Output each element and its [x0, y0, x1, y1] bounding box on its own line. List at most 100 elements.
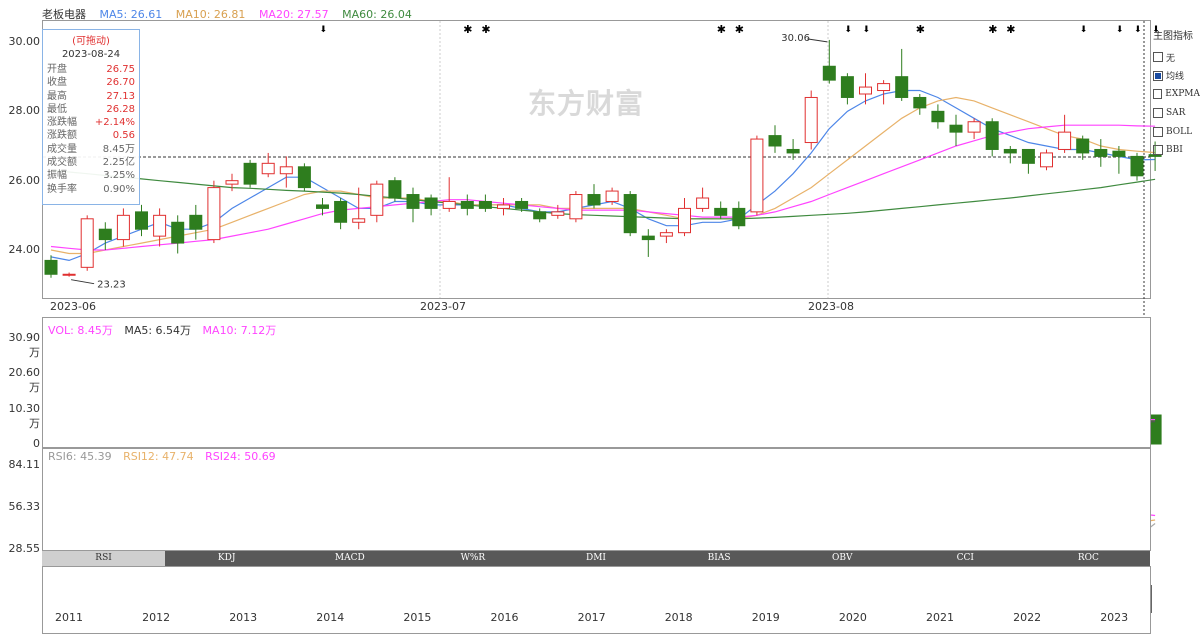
candle-body [316, 204, 329, 209]
candle-body [406, 194, 420, 209]
candle-body [1003, 148, 1017, 154]
candle-body [44, 259, 58, 275]
event-marker: ⬇ [1116, 25, 1124, 35]
overview-year-label: 2017 [577, 611, 606, 624]
event-star: ✱ [463, 23, 472, 36]
candle-body [985, 121, 999, 150]
candle-body [533, 211, 547, 220]
candle-body [641, 235, 655, 241]
rsi-legend-rsi24: RSI24: 50.69 [205, 450, 276, 463]
infobox-value: 26.28 [106, 103, 135, 115]
overview-year-label: 2021 [926, 611, 954, 624]
candle-body [388, 180, 402, 199]
candle-body [1112, 150, 1126, 157]
price-axis-tick: 24.00 [8, 243, 41, 256]
candle-body [135, 211, 148, 230]
event-marker: ⬇ [863, 25, 871, 35]
candle-body [768, 135, 782, 147]
indicator-option-label: EXPMA [1165, 89, 1200, 100]
indicator-option[interactable]: BOLL [1153, 122, 1200, 141]
indicator-option-label: 无 [1166, 53, 1176, 64]
rsi-axis-tick: 56.33 [8, 500, 41, 513]
rsi-axis-tick: 84.11 [8, 458, 41, 471]
candle-body [967, 121, 981, 133]
price-axis-tick: 26.00 [8, 173, 41, 187]
candle-body [370, 183, 384, 216]
tab-macd[interactable]: MACD [288, 551, 412, 566]
tab-roc[interactable]: ROC [1026, 551, 1150, 566]
tab-cci[interactable]: CCI [903, 551, 1027, 566]
candle-body [62, 273, 76, 276]
tab-bias[interactable]: BIAS [657, 551, 781, 566]
tab-dmi[interactable]: DMI [534, 551, 658, 566]
checkbox-icon[interactable] [1153, 145, 1163, 156]
rsi-axis-tick: 28.55 [8, 542, 41, 555]
date-axis-tick: 2023-07 [420, 300, 466, 313]
candle-body [569, 194, 583, 220]
indicator-tabs: RSI KDJ MACD W%R DMI BIAS OBV CCI ROC [42, 551, 1150, 566]
checkbox-icon[interactable] [1153, 70, 1163, 81]
indicator-option-label: BBI [1166, 145, 1183, 156]
infobox-row: 成交量 8.45万 [43, 143, 139, 156]
indicator-option[interactable]: EXPMA [1153, 85, 1200, 104]
event-star: ✱ [481, 23, 490, 36]
rsi-legend: RSI6: 45.39 RSI12: 47.74 RSI24: 50.69 [48, 450, 276, 463]
candle-body [98, 228, 112, 241]
event-marker: ⬇ [320, 25, 328, 35]
candle-body [442, 200, 456, 209]
infobox-key: 换手率 [47, 183, 77, 195]
indicator-option[interactable]: SAR [1153, 104, 1200, 123]
candle-body [859, 86, 872, 95]
infobox-key: 最低 [47, 103, 67, 115]
candle-body [949, 124, 963, 133]
tab-kdj[interactable]: KDJ [165, 551, 289, 566]
event-star: ✱ [735, 23, 744, 36]
candle-body [334, 200, 348, 223]
candle-body [750, 138, 764, 213]
indicator-option[interactable]: 均线 [1153, 67, 1200, 86]
infobox-value: 8.45万 [102, 143, 135, 155]
candle-body [732, 207, 746, 227]
infobox-key: 开盘 [47, 64, 67, 75]
overview-year-label: 2013 [229, 611, 258, 624]
rsi-panel[interactable] [42, 448, 1151, 551]
candle-body [225, 180, 239, 185]
date-axis-tick: 2023-06 [50, 300, 96, 313]
event-star: ✱ [988, 23, 997, 36]
candle-body [623, 194, 637, 234]
tab-obv[interactable]: OBV [780, 551, 904, 566]
infobox-value: +2.14% [94, 117, 135, 129]
checkbox-icon[interactable] [1153, 108, 1163, 119]
tab-rsi[interactable]: RSI [42, 551, 166, 566]
indicator-option[interactable]: 无 [1153, 48, 1200, 67]
overview-year-label: 2019 [751, 611, 780, 624]
ohlc-info-box[interactable]: (可拖动) 2023-08-24 开盘 26.75 收盘 26.70 最高 27.13 最低… [42, 29, 140, 205]
indicator-option[interactable]: BBI [1153, 141, 1200, 160]
infobox-row: 换手率 0.90% [43, 183, 139, 196]
candle-body [804, 96, 818, 144]
checkbox-icon[interactable] [1153, 126, 1163, 137]
overview-year-label: 2011 [55, 611, 83, 624]
low-annotation-arrow [71, 279, 95, 285]
overview-year-label: 2018 [664, 611, 693, 624]
overview-year-label: 2023 [1100, 611, 1129, 624]
candle-body [1021, 148, 1035, 164]
infobox-row: 收盘 26.70 [43, 76, 139, 89]
checkbox-icon[interactable] [1153, 52, 1163, 63]
infobox-key: 涨跌额 [47, 130, 77, 142]
event-star: ✱ [717, 23, 726, 36]
candle-body [478, 200, 492, 209]
infobox-key: 振幅 [47, 170, 67, 182]
infobox-date: 2023-08-24 [61, 49, 121, 60]
candle-body [1040, 152, 1053, 168]
event-star: ✱ [916, 23, 925, 36]
tab-wpctr[interactable]: W%R [411, 551, 535, 566]
checkbox-icon[interactable] [1153, 89, 1163, 100]
candle-body [696, 197, 710, 209]
event-star: ✱ [1006, 23, 1015, 36]
main-indicator-menu: 主图指标 无均线 EXPMA SAR BOLL BBI [1153, 27, 1200, 160]
overview-year-label: 2012 [142, 611, 171, 624]
vol-legend-ma10: MA10: 7.12万 [202, 324, 277, 337]
indicator-option-label: 均线 [1166, 72, 1185, 83]
candle-body [714, 207, 728, 216]
